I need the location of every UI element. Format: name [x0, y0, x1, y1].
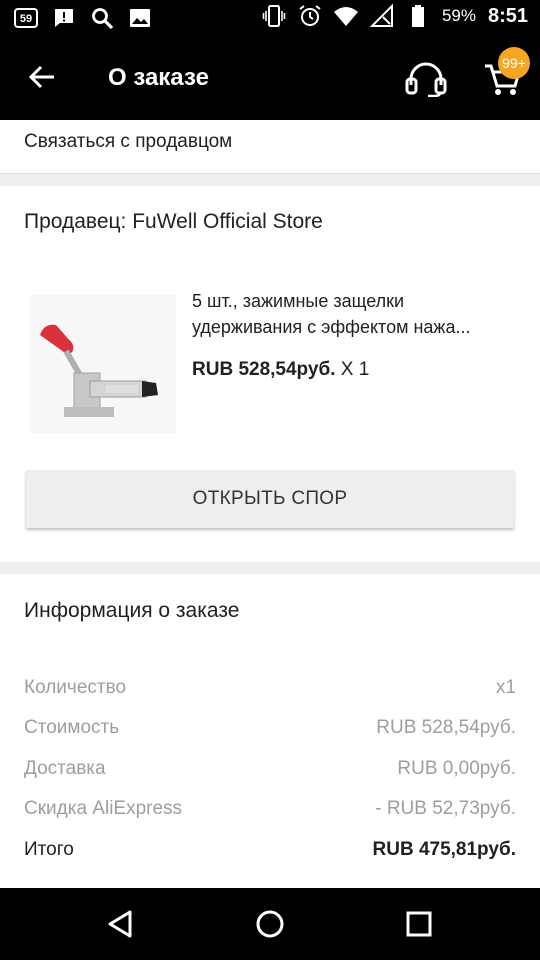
vibrate-icon [262, 5, 286, 27]
clock: 8:51 [487, 4, 528, 27]
status-bar: 59 59% 8:51 [0, 0, 540, 37]
product-title-line-1: 5 шт., зажимные защелки [192, 291, 405, 311]
product-title[interactable]: 5 шт., зажимные защелки удерживания с эф… [192, 288, 522, 340]
info-row-label: Скидка AliExpress [24, 798, 183, 819]
back-arrow-icon[interactable] [26, 61, 58, 93]
info-row-value: RUB 0,00руб. [397, 758, 516, 779]
status-bar-system: 59% 8:51 [262, 4, 528, 28]
open-dispute-button[interactable]: ОТКРЫТЬ СПОР [26, 470, 514, 528]
cart-badge[interactable]: 99+ [498, 47, 530, 79]
nav-home-icon[interactable] [252, 906, 288, 942]
info-row-shipping: Доставка RUB 0,00руб. [24, 758, 516, 786]
alert-icon [55, 9, 73, 27]
battery-percent: 59% [441, 6, 476, 25]
info-row-value: RUB 475,81руб. [372, 839, 517, 860]
notification-count-icon: 59 [14, 8, 38, 28]
info-row-value: - RUB 52,73руб. [375, 798, 516, 819]
svg-text:59: 59 [20, 13, 32, 25]
info-row-label: Итого [24, 839, 74, 860]
info-row-quantity: Количество x1 [24, 677, 516, 705]
section-divider [0, 562, 540, 574]
seller-name[interactable]: Продавец: FuWell Official Store [24, 210, 323, 234]
info-row-discount: Скидка AliExpress - RUB 52,73руб. [24, 798, 516, 826]
product-price-line: RUB 528,54руб. X 1 [192, 359, 369, 381]
info-row-label: Стоимость [24, 717, 120, 738]
info-row-cost: Стоимость RUB 528,54руб. [24, 717, 516, 745]
product-price: RUB 528,54руб. [192, 359, 336, 380]
info-row-value: x1 [495, 677, 516, 698]
contact-seller-label: Связаться с продавцом [24, 131, 233, 152]
status-bar-notifications: 59 [14, 6, 152, 30]
app-bar: О заказе 99+ [0, 37, 540, 120]
order-info-title: Информация о заказе [24, 599, 240, 622]
info-row-label: Количество [24, 677, 127, 698]
search-icon [92, 8, 114, 30]
page-title: О заказе [108, 64, 209, 91]
nav-recents-icon[interactable] [401, 906, 437, 942]
section-divider [0, 174, 540, 186]
info-row-total: Итого RUB 475,81руб. [24, 839, 516, 867]
headset-icon[interactable] [404, 61, 448, 97]
wifi-icon [333, 7, 358, 26]
navigation-bar [0, 888, 540, 960]
product-image[interactable] [30, 295, 176, 433]
info-row-value: RUB 528,54руб. [376, 717, 516, 738]
image-icon [130, 9, 150, 27]
info-row-label: Доставка [24, 758, 106, 779]
order-details: Связаться с продавцом Продавец: FuWell O… [0, 120, 540, 888]
product-quantity: X 1 [335, 359, 370, 380]
signal-icon [369, 4, 393, 27]
product-title-line-2: удерживания с эффектом нажа... [192, 317, 471, 337]
alarm-icon [299, 5, 321, 26]
battery-icon [411, 5, 424, 27]
nav-back-icon[interactable] [102, 906, 138, 942]
contact-seller-row[interactable]: Связаться с продавцом [0, 120, 540, 174]
